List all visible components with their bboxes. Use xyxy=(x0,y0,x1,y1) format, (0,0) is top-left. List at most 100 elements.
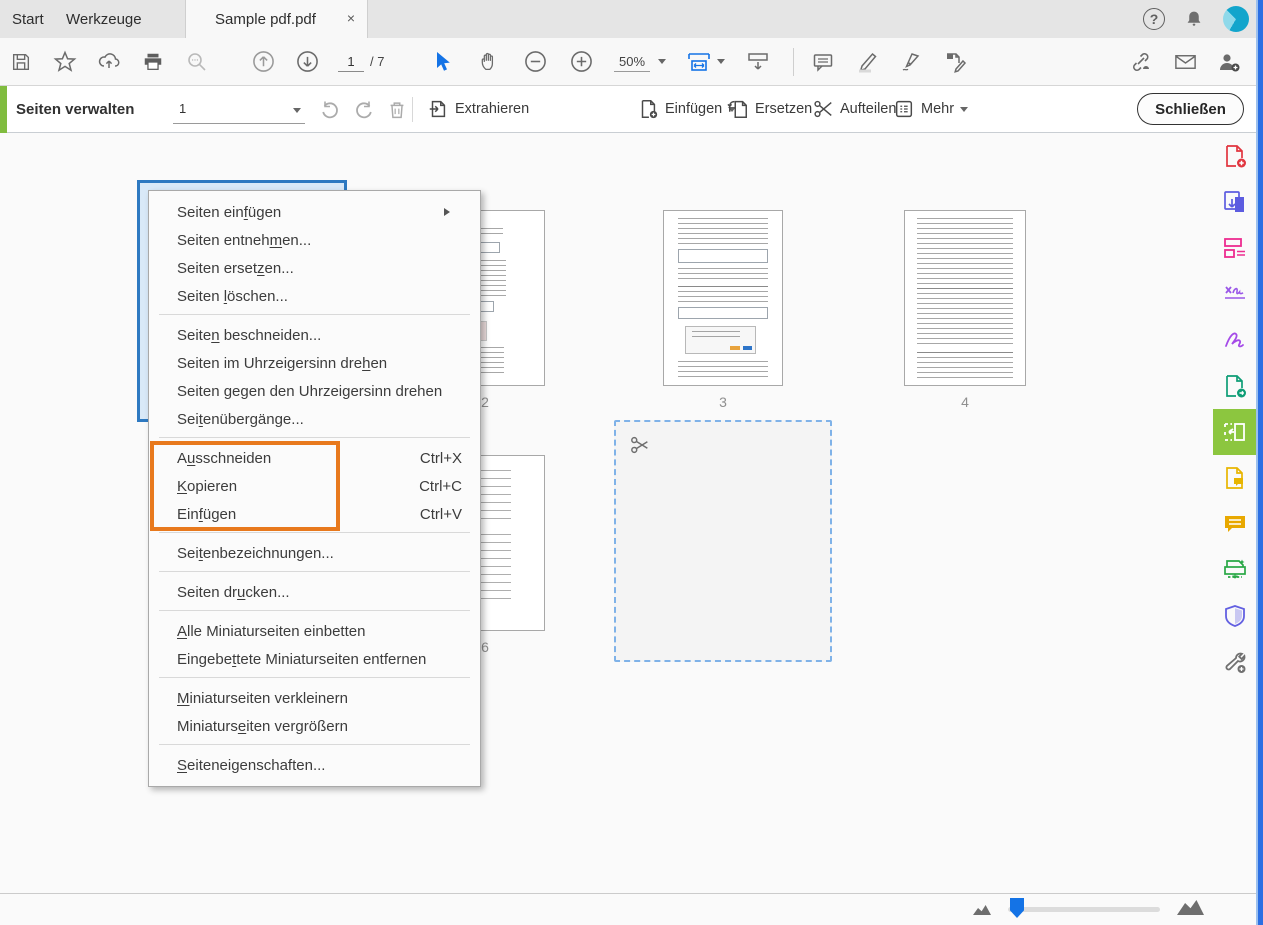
menu-item[interactable]: Eingebettete Miniaturseiten entfernen xyxy=(149,645,480,673)
print-icon[interactable] xyxy=(140,49,166,75)
menu-item[interactable]: Seiten einfügen xyxy=(149,198,480,226)
select-tool-icon[interactable] xyxy=(430,49,456,75)
organize-pages-toolbar: Seiten verwalten 1 Extrahieren Einfügen … xyxy=(0,86,1263,133)
hand-tool-icon[interactable] xyxy=(476,49,502,75)
extract-button[interactable]: Extrahieren xyxy=(427,86,529,132)
menu-item[interactable]: Seiteneigenschaften... xyxy=(149,751,480,779)
main-toolbar: 1 / 7 50% xyxy=(0,38,1263,86)
share-upload-icon[interactable] xyxy=(96,49,122,75)
fill-and-sign-icon[interactable] xyxy=(1213,317,1256,363)
highlighter-icon[interactable] xyxy=(854,49,880,75)
menu-item[interactable]: Seitenübergänge... xyxy=(149,405,480,433)
thumbnail-canvas: 1234567 Seiten einfügenSeiten entnehmen.… xyxy=(0,133,1256,893)
menu-shortcut: Ctrl+V xyxy=(420,506,462,523)
menu-item[interactable]: Miniaturseiten vergrößern xyxy=(149,712,480,740)
compress-pdf-icon[interactable] xyxy=(1213,455,1256,501)
menu-separator xyxy=(159,677,470,678)
fit-caret-icon[interactable] xyxy=(717,59,725,64)
thumbnail-size-slider[interactable] xyxy=(1008,907,1160,912)
share-link-icon[interactable] xyxy=(1128,49,1154,75)
insert-button[interactable]: Einfügen xyxy=(637,86,736,132)
tab-start[interactable]: Start xyxy=(12,0,44,38)
menu-separator xyxy=(159,571,470,572)
menu-separator xyxy=(159,744,470,745)
user-avatar[interactable] xyxy=(1223,6,1249,32)
create-pdf-icon[interactable] xyxy=(1213,133,1256,179)
thumbnails-larger-icon[interactable] xyxy=(1177,900,1204,915)
organize-accent-bar xyxy=(0,86,7,133)
zoom-out-icon[interactable] xyxy=(522,49,548,75)
toolbar-divider xyxy=(412,97,413,122)
status-bar xyxy=(0,893,1256,925)
help-icon[interactable]: ? xyxy=(1143,8,1165,30)
delete-pages-icon[interactable] xyxy=(383,96,411,124)
close-organize-button[interactable]: Schließen xyxy=(1137,93,1244,125)
context-menu: Seiten einfügenSeiten entnehmen...Seiten… xyxy=(148,190,481,787)
menu-item[interactable]: Alle Miniaturseiten einbetten xyxy=(149,617,480,645)
more-tools-icon[interactable] xyxy=(1213,639,1256,685)
menu-item[interactable]: Seiten im Uhrzeigersinn drehen xyxy=(149,349,480,377)
edit-page-icon[interactable] xyxy=(942,49,968,75)
zoom-level-select[interactable]: 50% xyxy=(614,52,650,72)
zoom-caret-icon[interactable] xyxy=(658,59,666,64)
tools-rail xyxy=(1213,133,1256,893)
menu-item[interactable]: EinfügenCtrl+V xyxy=(149,500,480,528)
comment-tool-icon[interactable] xyxy=(1213,501,1256,547)
request-signatures-icon[interactable] xyxy=(1213,271,1256,317)
edit-pdf-icon[interactable] xyxy=(1213,225,1256,271)
range-caret-icon[interactable] xyxy=(293,108,301,113)
rotate-left-icon[interactable] xyxy=(316,96,344,124)
menu-item[interactable]: Seiten drucken... xyxy=(149,578,480,606)
page-range-input[interactable]: 1 xyxy=(173,94,305,124)
more-button[interactable]: Mehr xyxy=(893,86,968,132)
menu-item[interactable]: Seiten löschen... xyxy=(149,282,480,310)
search-icon[interactable] xyxy=(184,49,210,75)
fit-width-icon[interactable] xyxy=(686,49,712,75)
scan-ocr-icon[interactable] xyxy=(1213,547,1256,593)
menu-item[interactable]: AusschneidenCtrl+X xyxy=(149,444,480,472)
menu-item[interactable]: Seitenbezeichnungen... xyxy=(149,539,480,567)
menu-item[interactable]: Seiten entnehmen... xyxy=(149,226,480,254)
split-button[interactable]: Aufteilen xyxy=(812,86,896,132)
window-edge xyxy=(1256,0,1263,925)
star-icon[interactable] xyxy=(52,49,78,75)
save-icon[interactable] xyxy=(8,49,34,75)
menu-separator xyxy=(159,532,470,533)
notifications-bell-icon[interactable] xyxy=(1183,8,1205,30)
replace-button[interactable]: Ersetzen xyxy=(727,86,812,132)
page-thumbnail-3[interactable] xyxy=(663,210,783,386)
more-caret-icon[interactable] xyxy=(960,107,968,112)
menu-item[interactable]: Seiten beschneiden... xyxy=(149,321,480,349)
send-for-signature-icon[interactable] xyxy=(1216,49,1242,75)
thumbnails-smaller-icon[interactable] xyxy=(973,905,991,915)
export-pdf-icon[interactable] xyxy=(1213,363,1256,409)
protect-icon[interactable] xyxy=(1213,593,1256,639)
hide-toolbar-icon[interactable] xyxy=(745,49,771,75)
organize-title: Seiten verwalten xyxy=(16,86,134,132)
tab-tools[interactable]: Werkzeuge xyxy=(66,0,142,38)
thumbnail-size-slider-handle[interactable] xyxy=(1010,898,1024,918)
previous-page-icon[interactable] xyxy=(250,49,276,75)
rotate-right-icon[interactable] xyxy=(350,96,378,124)
close-tab-icon[interactable]: × xyxy=(347,10,355,26)
page-7-cut-selection[interactable] xyxy=(614,420,832,662)
page-number-input[interactable]: 1 xyxy=(338,52,364,72)
tab-document[interactable]: Sample pdf.pdf × xyxy=(185,0,368,38)
menu-shortcut: Ctrl+X xyxy=(420,450,462,467)
organize-pages-icon[interactable] xyxy=(1213,409,1256,455)
menu-item[interactable]: Seiten ersetzen... xyxy=(149,254,480,282)
menu-item[interactable]: KopierenCtrl+C xyxy=(149,472,480,500)
zoom-in-icon[interactable] xyxy=(568,49,594,75)
combine-files-icon[interactable] xyxy=(1213,179,1256,225)
email-icon[interactable] xyxy=(1172,49,1198,75)
menu-separator xyxy=(159,314,470,315)
page-count-label: / 7 xyxy=(370,54,384,69)
page-thumbnail-4[interactable] xyxy=(904,210,1026,386)
menu-item[interactable]: Seiten gegen den Uhrzeigersinn drehen xyxy=(149,377,480,405)
page-number-label: 4 xyxy=(864,394,1066,410)
next-page-icon[interactable] xyxy=(294,49,320,75)
tab-bar: Start Werkzeuge Sample pdf.pdf × ? xyxy=(0,0,1263,38)
menu-item[interactable]: Miniaturseiten verkleinern xyxy=(149,684,480,712)
fill-sign-pen-icon[interactable] xyxy=(898,49,924,75)
comment-icon[interactable] xyxy=(810,49,836,75)
